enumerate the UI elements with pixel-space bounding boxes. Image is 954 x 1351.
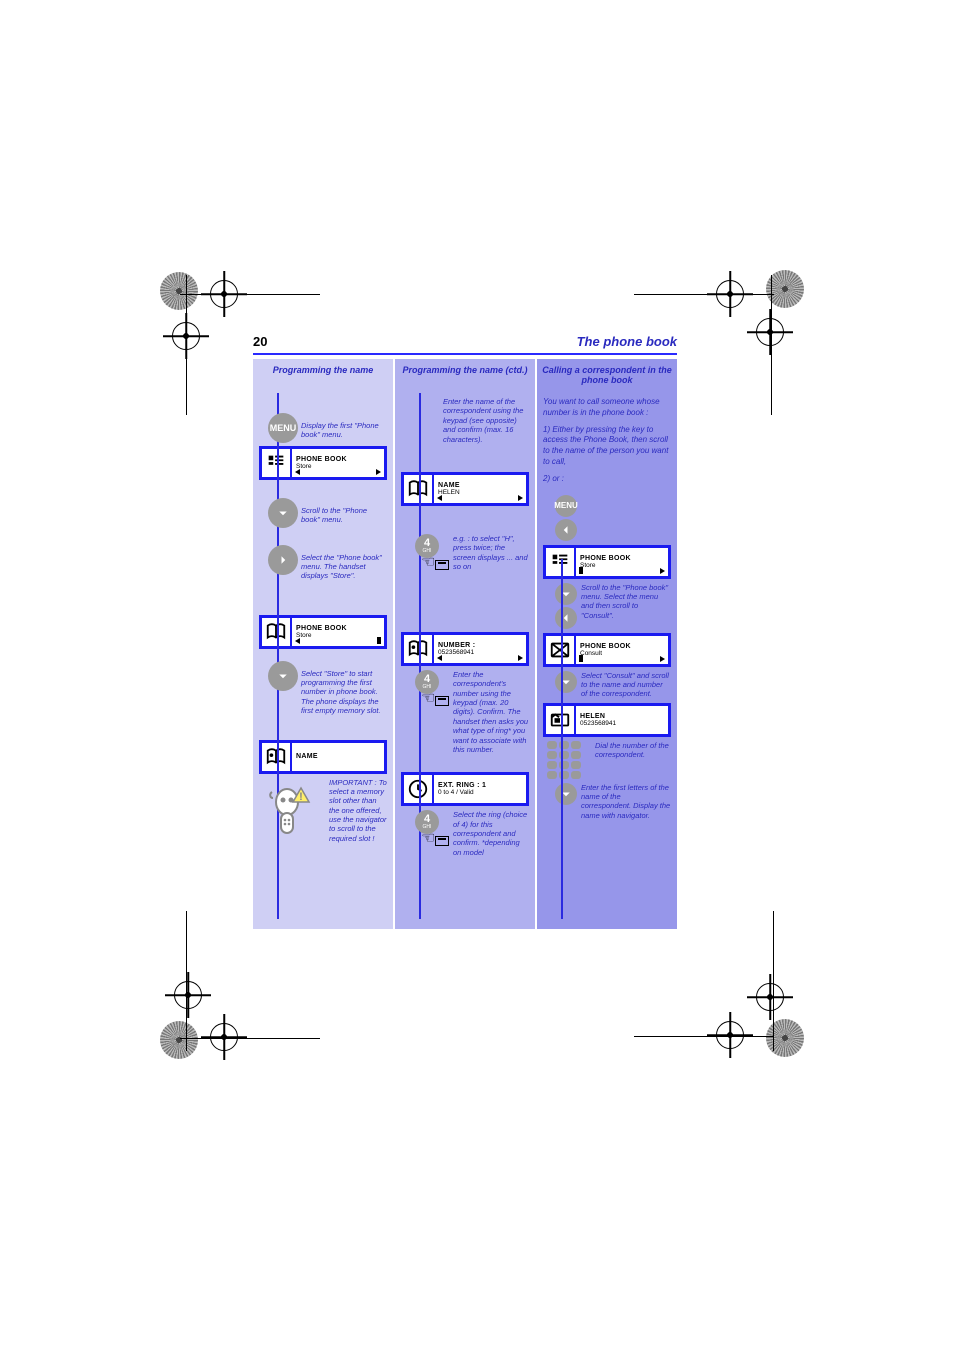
- robot-warning-icon: !: [265, 778, 325, 848]
- screen-line1: NUMBER :: [438, 642, 522, 649]
- col3-intro-2: 2) or :: [543, 474, 671, 485]
- page-root: 20 The phone book Programming the name M…: [0, 0, 954, 1351]
- screen-line1: NAME: [296, 753, 380, 760]
- down-arrow-icon: [268, 498, 298, 528]
- column-1: Programming the name MENU Display the fi…: [253, 359, 393, 929]
- screen-line1: PHONE BOOK: [580, 555, 664, 562]
- page-number: 20: [253, 334, 267, 349]
- screen-line2: HELEN: [438, 489, 522, 496]
- screen-line1: HELEN: [580, 713, 664, 720]
- col3-cap-scroll: Scroll to the "Phone book" menu. Select …: [581, 583, 671, 621]
- col1-cap-down2: Select "Store" to start programming the …: [301, 669, 387, 716]
- col1-heading: Programming the name: [253, 365, 393, 375]
- columns: Programming the name MENU Display the fi…: [253, 359, 677, 929]
- left-arrow-icon: [555, 519, 577, 541]
- left-arrow-icon: [555, 607, 577, 629]
- col3-heading: Calling a correspondent in the phone boo…: [537, 365, 677, 385]
- down-arrow-icon: [268, 661, 298, 691]
- screen-line1: PHONE BOOK: [296, 625, 380, 632]
- cropmark-bottom-right: [674, 931, 794, 1051]
- col2-cap-top: Enter the name of the correspondent usin…: [443, 397, 529, 444]
- right-arrow-icon: [268, 545, 298, 575]
- col1-robot-caption: IMPORTANT : To select a memory slot othe…: [329, 778, 387, 844]
- col1-cap-right: Select the "Phone book" menu. The handse…: [301, 553, 387, 581]
- menu-button-icon: MENU: [555, 495, 577, 517]
- keypad-4-icon: 4GHI ☜: [409, 670, 453, 710]
- column-2: Programming the name (ctd.) Enter the na…: [395, 359, 535, 929]
- col2-cap-key1: e.g. : to select "H", press twice; the s…: [453, 534, 529, 572]
- keypad-4-icon: 4GHI ☜: [409, 534, 453, 574]
- keypad-icon: [547, 741, 591, 781]
- col2-cap-num: Enter the correspondent's number using t…: [453, 670, 529, 754]
- col3-cap-consult: Select "Consult" and scroll to the name …: [581, 671, 671, 699]
- down-arrow-icon: [555, 583, 577, 605]
- col3-intro-0: You want to call someone whose number is…: [543, 397, 671, 419]
- menu-button-icon: MENU: [268, 413, 298, 443]
- screen-line1: PHONE BOOK: [296, 456, 380, 463]
- column-3: Calling a correspondent in the phone boo…: [537, 359, 677, 929]
- col1-cap-down: Scroll to the "Phone book" menu.: [301, 506, 387, 525]
- screen-line2: Consult: [580, 650, 664, 657]
- col3-cap-dial: Dial the number of the correspondent.: [595, 741, 671, 760]
- content-area: 20 The phone book Programming the name M…: [253, 334, 677, 929]
- screen-line2: 0523568941: [438, 649, 522, 656]
- flowline-3: [561, 559, 563, 919]
- screen-line1: NAME: [438, 482, 522, 489]
- svg-text:!: !: [299, 791, 303, 803]
- col2-heading: Programming the name (ctd.): [395, 365, 535, 375]
- section-title: The phone book: [577, 334, 677, 349]
- screen-line2: Store: [580, 562, 664, 569]
- page-header: 20 The phone book: [253, 334, 677, 355]
- screen-line1: PHONE BOOK: [580, 643, 664, 650]
- col2-cap-ring: Select the ring (choice of 4) for this c…: [453, 810, 529, 857]
- col3-cap-enter: Enter the first letters of the name of t…: [581, 783, 671, 821]
- down-arrow-icon: [555, 671, 577, 693]
- col1-cap-menu: Display the first "Phone book" menu.: [301, 421, 387, 440]
- down-arrow-icon: [555, 783, 577, 805]
- keypad-4-icon: 4GHI ☜: [409, 810, 453, 850]
- cropmark-top-right: [674, 260, 794, 380]
- screen-line2: Store: [296, 463, 380, 470]
- screen-line2: 0523568941: [580, 720, 664, 727]
- screen-line2: 0 to 4 / Valid: [438, 789, 522, 796]
- col3-intro-1: 1) Either by pressing the key to access …: [543, 425, 671, 468]
- screen-line1: EXT. RING : 1: [438, 782, 522, 789]
- screen-line2: Store: [296, 632, 380, 639]
- cropmark-bottom-left: [160, 931, 280, 1051]
